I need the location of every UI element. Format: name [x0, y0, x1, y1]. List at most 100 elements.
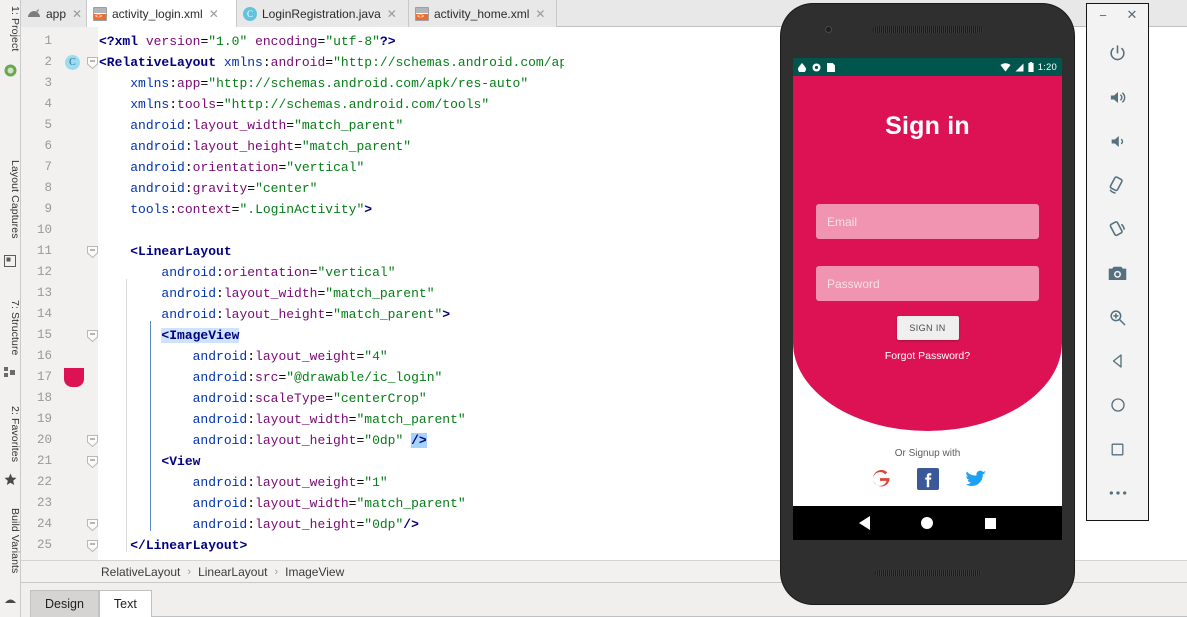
- status-bar-clock: 1:20: [1037, 61, 1057, 73]
- tab-design[interactable]: Design: [30, 590, 99, 617]
- sidebar-item-build-variants[interactable]: Build Variants: [0, 508, 21, 573]
- line-number: 23: [36, 496, 52, 510]
- code-line[interactable]: xmlns:app="http://schemas.android.com/ap…: [99, 73, 564, 94]
- code-line[interactable]: android:layout_height="match_parent": [99, 136, 564, 157]
- code-line[interactable]: android:layout_weight="1": [99, 472, 564, 493]
- facebook-icon[interactable]: [915, 466, 941, 492]
- code-line[interactable]: xmlns:tools="http://schemas.android.com/…: [99, 94, 564, 115]
- overview-icon[interactable]: [1103, 432, 1133, 466]
- tab-activity-login-xml[interactable]: <> activity_login.xml ✕: [87, 0, 237, 27]
- code-line[interactable]: android:src="@drawable/ic_login": [99, 367, 564, 388]
- code-line[interactable]: android:layout_width="match_parent": [99, 115, 564, 136]
- code-line[interactable]: android:scaleType="centerCrop": [99, 388, 564, 409]
- line-number: 14: [36, 307, 52, 321]
- code-line[interactable]: </LinearLayout>: [99, 535, 564, 556]
- forgot-password-link[interactable]: Forgot Password?: [793, 350, 1062, 362]
- minimize-button[interactable]: −: [1096, 8, 1111, 23]
- line-number: 24: [36, 517, 52, 531]
- code-line[interactable]: android:orientation="vertical": [99, 157, 564, 178]
- zoom-icon[interactable]: [1103, 300, 1133, 334]
- tab-login-registration-java[interactable]: C LoginRegistration.java ✕: [237, 0, 409, 27]
- color-preview-swatch[interactable]: [64, 368, 84, 387]
- fold-marker-icon[interactable]: [87, 435, 98, 447]
- breadcrumb-item-relativelayout[interactable]: RelativeLayout: [101, 565, 180, 579]
- code-line[interactable]: android:layout_height="match_parent">: [99, 304, 564, 325]
- close-icon[interactable]: ✕: [387, 8, 397, 20]
- twitter-icon[interactable]: [963, 466, 989, 492]
- tab-label: activity_login.xml: [112, 6, 203, 21]
- sd-card-icon: [827, 62, 835, 72]
- fold-marker-icon[interactable]: [87, 456, 98, 468]
- power-icon[interactable]: [1103, 36, 1133, 70]
- code-line[interactable]: android:layout_height="0dp"/>: [99, 514, 564, 535]
- tab-app[interactable]: app ✕: [21, 0, 87, 27]
- cellular-signal-icon: [1015, 63, 1024, 71]
- line-number: 18: [36, 391, 52, 405]
- tab-label: LoginRegistration.java: [262, 6, 381, 21]
- more-icon[interactable]: [1103, 476, 1133, 510]
- code-line[interactable]: [99, 220, 564, 241]
- editor-gutter[interactable]: 1 2 C 3 4 5 6 7 8 9 10 11 12 13 14 15 16 17 18 19 20 21 22 23 24…: [21, 27, 99, 560]
- gutter-line: 19: [21, 409, 99, 430]
- code-line[interactable]: <?xml version="1.0" encoding="utf-8"?>: [99, 31, 564, 52]
- home-icon[interactable]: [1103, 388, 1133, 422]
- close-button[interactable]: ✕: [1125, 7, 1140, 23]
- password-field[interactable]: Password: [816, 266, 1039, 301]
- home-nav-icon[interactable]: [921, 517, 934, 529]
- status-bar-system-icons: 1:20: [1000, 62, 1057, 73]
- password-placeholder: Password: [827, 276, 880, 291]
- bottom-speaker-grille: [874, 570, 981, 576]
- gutter-line: 16: [21, 346, 99, 367]
- google-icon[interactable]: [867, 466, 893, 492]
- code-line[interactable]: android:layout_width="match_parent": [99, 493, 564, 514]
- rotate-right-icon[interactable]: [1103, 212, 1133, 246]
- code-line[interactable]: <View: [99, 451, 564, 472]
- project-icon: [4, 64, 17, 77]
- fold-marker-icon[interactable]: [87, 540, 98, 552]
- sidebar-item-structure[interactable]: 7: Structure: [0, 300, 21, 355]
- code-line[interactable]: android:layout_width="match_parent": [99, 409, 564, 430]
- emulator-screen[interactable]: 1:20 Sign in Email Password SIGN IN Forg…: [793, 58, 1062, 540]
- line-number: 1: [44, 34, 52, 48]
- back-nav-icon[interactable]: [858, 516, 870, 530]
- volume-down-icon[interactable]: [1103, 124, 1133, 158]
- fold-marker-icon[interactable]: [87, 519, 98, 531]
- class-gutter-marker[interactable]: C: [65, 55, 80, 70]
- code-line[interactable]: <LinearLayout: [99, 241, 564, 262]
- fold-marker-icon[interactable]: [87, 246, 98, 258]
- code-text-area[interactable]: <?xml version="1.0" encoding="utf-8"?> <R…: [99, 27, 564, 560]
- code-line[interactable]: android:orientation="vertical": [99, 262, 564, 283]
- code-line[interactable]: android:gravity="center": [99, 178, 564, 199]
- build-variants-icon: [4, 592, 17, 605]
- line-number: 11: [36, 244, 52, 258]
- fold-marker-icon[interactable]: [87, 57, 98, 69]
- overview-nav-icon[interactable]: [985, 517, 997, 529]
- close-icon[interactable]: ✕: [535, 8, 545, 20]
- camera-icon[interactable]: [1103, 256, 1133, 290]
- email-field[interactable]: Email: [816, 204, 1039, 239]
- back-icon[interactable]: [1103, 344, 1133, 378]
- fold-marker-icon[interactable]: [87, 330, 98, 342]
- volume-up-icon[interactable]: [1103, 80, 1133, 114]
- sidebar-item-label: Build Variants: [9, 508, 21, 574]
- gutter-line: 8: [21, 178, 99, 199]
- line-number: 10: [36, 223, 52, 237]
- code-line[interactable]: <ImageView: [99, 325, 564, 346]
- code-line[interactable]: tools:context=".LoginActivity">: [99, 199, 564, 220]
- code-line[interactable]: android:layout_width="match_parent": [99, 283, 564, 304]
- code-line[interactable]: android:layout_weight="4": [99, 346, 564, 367]
- sidebar-item-project[interactable]: 1: Project: [0, 6, 21, 51]
- close-icon[interactable]: ✕: [72, 8, 82, 20]
- sidebar-item-layout-captures[interactable]: Layout Captures: [0, 160, 21, 239]
- tab-activity-home-xml[interactable]: <> activity_home.xml ✕: [409, 0, 557, 27]
- breadcrumb-item-imageview[interactable]: ImageView: [285, 565, 344, 579]
- sign-in-button[interactable]: SIGN IN: [896, 316, 959, 340]
- code-line[interactable]: android:layout_height="0dp" />: [99, 430, 564, 451]
- breadcrumb-item-linearlayout[interactable]: LinearLayout: [198, 565, 267, 579]
- close-icon[interactable]: ✕: [209, 8, 219, 20]
- rotate-left-icon[interactable]: [1103, 168, 1133, 202]
- code-line[interactable]: <RelativeLayout xmlns:android="http://sc…: [99, 52, 564, 73]
- sidebar-item-favorites[interactable]: 2: Favorites: [0, 406, 21, 462]
- tab-text[interactable]: Text: [98, 590, 152, 617]
- wifi-icon: [1000, 62, 1011, 71]
